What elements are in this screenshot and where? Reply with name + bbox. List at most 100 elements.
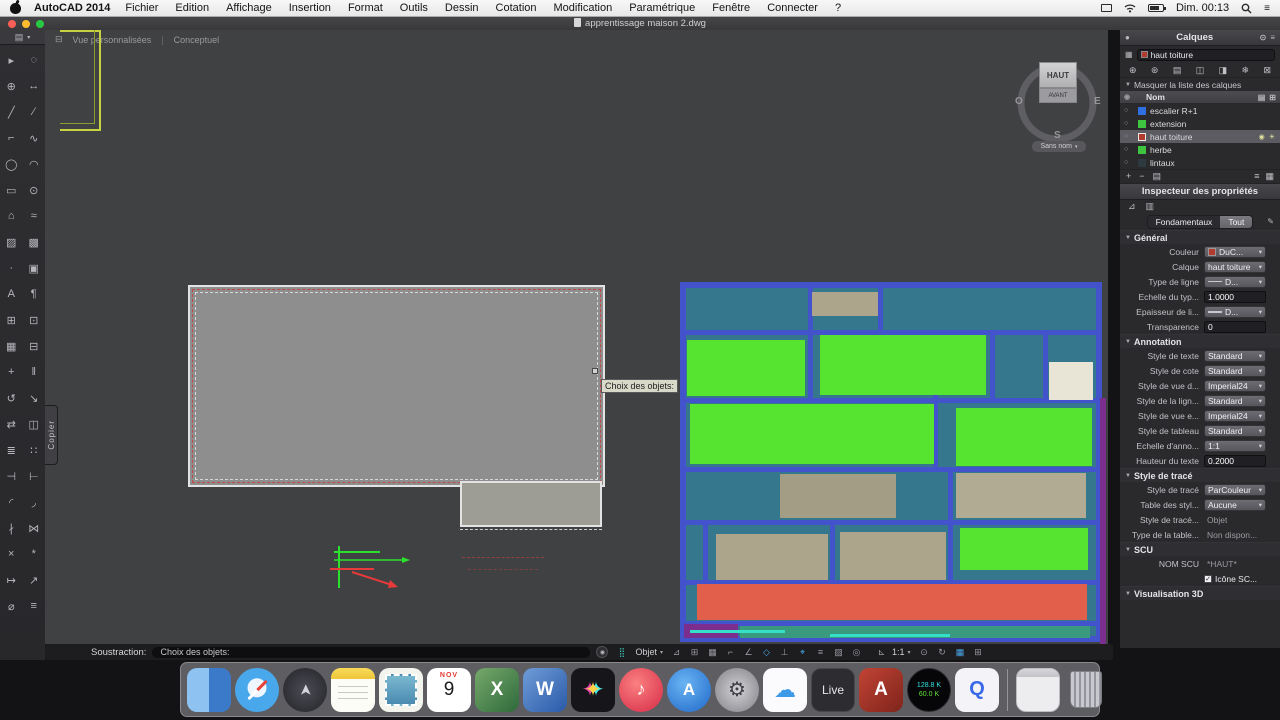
command-options-button[interactable]: ◉ [596,646,609,658]
panel-menu-icon[interactable]: ≡ [1270,33,1275,42]
small-rectangle[interactable] [460,481,602,527]
layer-state-icons[interactable]: ◉ ☀ [1259,133,1276,141]
new-layer-icon[interactable]: ⊕ [1129,65,1137,76]
icloud-dock-icon[interactable]: ☁ [763,667,807,712]
rotate-tool[interactable]: ↺ [0,385,23,411]
viewcube-east[interactable]: E [1094,96,1101,107]
hide-layer-list-toggle[interactable]: ▼ Masquer la liste des calques [1120,78,1280,91]
break-tool[interactable]: ∤ [0,515,23,541]
system-preferences-dock-icon[interactable]: ⚙ [715,667,759,712]
grid-mode-icon[interactable]: ⣿ [614,647,629,658]
grid-display-icon[interactable]: ▦ [953,647,968,658]
point-tool[interactable]: ∙ [0,255,23,281]
drawing-viewport[interactable]: ⊟ Vue personnalisées | Conceptuel Choix … [45,30,1108,644]
grid-icon[interactable]: ▦ [705,647,720,658]
fillet-tool[interactable]: ◜ [0,489,23,515]
calendar-dock-icon[interactable]: NOV 9 [427,667,471,712]
plot-style-attached-value[interactable]: Objet [1204,514,1266,526]
layer-row[interactable]: ○ haut toiture ◉ ☀ [1120,130,1280,143]
rectangle-tool[interactable]: ▭ [0,177,23,203]
layer-row[interactable]: ○ extension [1120,117,1280,130]
menu-item[interactable]: Fichier [125,2,158,14]
dim-style-dropdown[interactable]: Standard ▾ [1204,364,1266,377]
appstore-dock-icon[interactable]: A [667,667,711,712]
dynamic-input-icon[interactable]: ⌖ [795,647,810,658]
text-style-dropdown[interactable]: Standard ▾ [1204,349,1266,362]
layer-visibility-icon[interactable]: ○ [1124,133,1134,140]
table-style-dropdown[interactable]: Standard ▾ [1204,424,1266,437]
transparency-icon[interactable]: ▨ [831,647,846,658]
column-grid-icon[interactable]: ⊞ [1269,93,1276,102]
current-layer-field[interactable]: haut toiture [1136,48,1275,61]
zoom-tool[interactable]: ⊕ [0,73,23,99]
detail-view-style-dropdown[interactable]: Imperial24 ▾ [1204,379,1266,392]
array-tool[interactable]: ∷ [23,437,46,463]
transparency-input[interactable]: 0 [1204,320,1266,333]
table-tool[interactable]: ⊞ [0,307,23,333]
viewcube-west[interactable]: O [1015,96,1023,107]
linetype-dropdown[interactable]: D... ▾ [1204,275,1266,288]
viewport-visual-style[interactable]: Conceptuel [174,35,220,45]
layer-visibility-icon[interactable]: ○ [1124,159,1134,166]
line-tool[interactable]: ╱ [0,99,23,125]
wifi-menu-icon[interactable] [1124,3,1136,13]
layer-row[interactable]: ○ herbe [1120,143,1280,156]
menu-item[interactable]: Affichage [226,2,272,14]
itunes-dock-icon[interactable]: ♪ [619,667,663,712]
copier-flyout-tab[interactable]: Copier [45,405,58,465]
menu-item[interactable]: Paramétrique [629,2,695,14]
snap-icon[interactable]: ⊞ [687,647,702,658]
tool-palette-menu[interactable]: ▤ ▾ [0,30,45,45]
menu-item[interactable]: Edition [175,2,209,14]
selection-cycling-icon[interactable]: ◎ [849,647,864,658]
mtext-tool[interactable]: ¶ [23,281,46,307]
section-3d-visualization[interactable]: ▼ Visualisation 3D [1120,586,1280,600]
object-snap-icon[interactable]: ◇ [759,647,774,658]
ableton-live-dock-icon[interactable]: Live [811,667,855,712]
edit-properties-icon[interactable]: ✎ [1267,217,1274,226]
menu-item[interactable]: Outils [400,2,428,14]
ortho-icon[interactable]: ⌐ [723,647,738,658]
xref-tool[interactable]: ⊟ [23,333,46,359]
menu-item[interactable]: Format [348,2,383,14]
text-height-input[interactable]: 0.2000 [1204,454,1266,467]
layer-color-swatch[interactable] [1138,132,1146,141]
ellipse-tool[interactable]: ⊙ [23,177,46,203]
plot-style-table-dropdown[interactable]: Aucune ▾ [1204,498,1266,511]
polyline-tool[interactable]: ⌐ [0,125,23,151]
layers-search-icon[interactable]: ⊙ [1260,33,1267,42]
stretch-tool[interactable]: ⇄ [0,411,23,437]
menu-item[interactable]: Cotation [496,2,537,14]
scale-tool[interactable]: ↘ [23,385,46,411]
lineweight-display-icon[interactable]: ≡ [813,647,828,658]
linetype-scale-input[interactable]: 1.0000 [1204,290,1266,303]
plot-style-dropdown[interactable]: ParCouleur ▾ [1204,483,1266,496]
safari-dock-icon[interactable] [235,667,279,712]
menu-item[interactable]: Insertion [289,2,331,14]
region-tool[interactable]: ▣ [23,255,46,281]
layer-visibility-icon[interactable]: ○ [1124,120,1134,127]
mirror-tool[interactable]: ◫ [23,411,46,437]
chamfer-tool[interactable]: ◞ [23,489,46,515]
layer-lock-icon[interactable]: ⊠ [1263,65,1271,76]
layer-color-swatch[interactable] [1138,145,1146,154]
copy-tool[interactable]: ‖ [23,359,46,385]
ucs-name-value[interactable]: *HAUT* [1204,558,1266,570]
quick-select-icon[interactable]: ▥ [1146,201,1155,212]
circle-tool[interactable]: ◯ [0,151,23,177]
selected-rectangle[interactable] [188,285,605,487]
zoom-window-button[interactable] [36,19,44,28]
color-dropdown[interactable]: DuC... ▾ [1204,245,1266,258]
annotation-scale-control[interactable]: ⊾ 1:1 ▾ [874,647,911,658]
delete-layer-icon[interactable]: − [1139,171,1144,182]
network-monitor-dock-icon[interactable]: 128.8 K 60.0 K [907,667,951,712]
sparkle-app-dock-icon[interactable]: ✦ [571,667,615,712]
ucs-icon-checkbox[interactable]: ✓ Icône SC... [1204,573,1266,585]
lasso-tool[interactable]: ◌ [23,47,46,73]
hatch-tool[interactable]: ▨ [0,229,23,255]
menu-item[interactable]: Connecter [767,2,818,14]
viewcube-view-name[interactable]: Sans nom ▾ [1032,141,1086,152]
viewcube-top-face[interactable]: HAUT [1039,62,1077,88]
spotlight-icon[interactable] [1241,3,1252,14]
floor-plan-drawing[interactable] [680,282,1102,642]
